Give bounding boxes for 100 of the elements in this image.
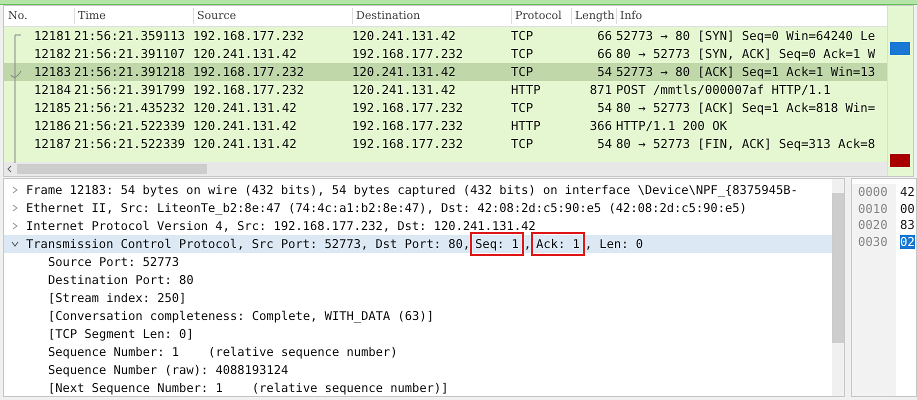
table-cell-text: 12181	[33, 28, 72, 45]
tree-row[interactable]: Internet Protocol Version 4, Src: 192.168.177.232, Dst: 120.241.131.42	[4, 217, 832, 235]
table-cell-text: 120.241.131.42	[193, 46, 298, 63]
table-cell-text: 192.168.177.232	[193, 82, 306, 99]
table-cell-text: HTTP	[511, 118, 542, 135]
table-cell-text: TCP	[511, 46, 534, 63]
tree-text: Transmission Control Protocol, Src Port: 52773, Dst Port: 80,	[26, 236, 470, 253]
table-cell-text: 366	[588, 118, 612, 135]
hex-bytes[interactable]: 02	[900, 234, 915, 248]
table-cell-text: 80 → 52773 [ACK] Seq=1 Ack=818 Win=	[615, 100, 876, 117]
hex-bytes[interactable]: 42	[900, 185, 915, 199]
tree-row[interactable]: Ethernet II, Src: LiteonTe_b2:8e:47 (74:4c:a1:b2:8e:47), Dst: 42:08:2d:c5:90:e5 (42:08:2d:c5:90:e5)	[4, 199, 832, 217]
table-cell-text: 54	[596, 100, 612, 117]
tree-row[interactable]: Transmission Control Protocol, Src Port: 52773, Dst Port: 80, Seq: 1 , Ack: 1 , Len: 0	[4, 235, 832, 253]
table-cell-text: TCP	[511, 28, 534, 45]
chevron-right-icon[interactable]	[11, 204, 19, 212]
table-cell-text: 120.241.131.42	[352, 82, 457, 99]
tree-row[interactable]: [Stream index: 250]	[4, 289, 832, 307]
table-cell-text: POST /mmtls/000007af HTTP/1.1	[615, 82, 832, 99]
table-cell-text: 66	[596, 46, 612, 63]
table-cell-text: 80 → 52773 [SYN, ACK] Seq=0 Ack=1 W	[615, 46, 876, 63]
column-header[interactable]: Destination	[352, 8, 511, 24]
table-cell-text: 21:56:21.435232	[74, 100, 186, 117]
table-cell-text: HTTP	[511, 82, 542, 99]
tree-row[interactable]: [Next Sequence Number: 1 (relative sequence number)]	[4, 379, 832, 396]
packet-minimap-scrollbar[interactable]	[887, 6, 913, 176]
tree-row[interactable]: [TCP Segment Len: 0]	[4, 325, 832, 343]
column-header[interactable]: No.	[4, 8, 74, 24]
highlight-box: Ack: 1	[531, 232, 585, 256]
column-header[interactable]: Time	[74, 8, 193, 24]
scrollbar-thumb[interactable]	[17, 164, 207, 174]
tree-row[interactable]: Destination Port: 80	[4, 271, 832, 289]
table-cell-text: 21:56:21.522339	[74, 118, 186, 135]
table-cell-text: TCP	[511, 136, 534, 153]
hex-offset: 0020	[858, 217, 889, 234]
table-cell-text: 192.168.177.232	[352, 100, 464, 117]
table-cell-text: 120.241.131.42	[352, 28, 457, 45]
horizontal-scrollbar[interactable]	[4, 162, 887, 176]
table-cell-text: 120.241.131.42	[352, 64, 457, 81]
packet-row[interactable]: 12186 21:56:21.522339 120.241.131.42 192.168.177.232 HTTP 366 HTTP/1.1 200 OK	[4, 117, 887, 135]
table-cell-text: 66	[596, 28, 612, 45]
table-cell-text: 12182	[33, 46, 72, 63]
table-cell-text: 21:56:21.391799	[74, 82, 186, 99]
scrollbar-thumb[interactable]	[832, 193, 844, 343]
table-cell-text: 21:56:21.391107	[74, 46, 186, 63]
hex-offset: 0000	[858, 184, 889, 200]
table-cell-text: 12184	[33, 82, 72, 99]
chevron-right-icon[interactable]	[11, 222, 19, 230]
vertical-scrollbar[interactable]	[832, 179, 844, 396]
table-cell-text: 192.168.177.232	[352, 46, 464, 63]
table-cell-text: 120.241.131.42	[193, 100, 298, 117]
hex-offset: 0030	[858, 234, 889, 250]
table-cell-text: 192.168.177.232	[193, 28, 306, 45]
table-cell-text: TCP	[511, 100, 534, 117]
tree-text: Ethernet II, Src: LiteonTe_b2:8e:47 (74:4c:a1:b2:8e:47), Dst: 42:08:2d:c5:90:e5 (42:08:2d:c5:90:e5)	[26, 200, 747, 217]
hex-bytes[interactable]: 00	[900, 202, 915, 216]
table-cell-text: 12185	[33, 100, 72, 117]
chevron-right-icon[interactable]	[11, 186, 19, 194]
selected-packet-marker	[890, 42, 910, 55]
table-cell-text: 12183	[33, 64, 72, 81]
tree-text: Internet Protocol Version 4, Src: 192.168.177.232, Dst: 120.241.131.42	[26, 218, 536, 235]
table-cell-text: 21:56:21.359113	[74, 28, 186, 45]
hex-bytes[interactable]: 83	[900, 218, 915, 232]
packet-row[interactable]: 12187 21:56:21.522339 120.241.131.42 192.168.177.232 TCP 54 80 → 52773 [FIN, ACK] Seq=313 Ack=8	[4, 135, 887, 153]
table-cell-text: 52773 → 80 [SYN] Seq=0 Win=64240 Le	[615, 28, 876, 45]
tree-row[interactable]: [Conversation completeness: Complete, WITH_DATA (63)]	[4, 307, 832, 325]
table-cell-text: 52773 → 80 [ACK] Seq=1 Ack=1 Win=13	[615, 64, 876, 81]
column-header[interactable]: Source	[193, 8, 352, 24]
table-cell-text: 192.168.177.232	[352, 118, 464, 135]
reset-packet-marker	[890, 154, 910, 167]
column-header[interactable]: Protocol	[511, 8, 571, 24]
table-cell-text: 54	[596, 136, 612, 153]
tree-row[interactable]: Sequence Number (raw): 4088193124	[4, 361, 832, 379]
chevron-down-icon[interactable]	[11, 240, 19, 248]
table-cell-text: 192.168.177.232	[352, 136, 464, 153]
scroll-left-icon[interactable]	[7, 165, 12, 173]
hex-offset: 0010	[858, 200, 889, 217]
packet-row[interactable]: 12185 21:56:21.435232 120.241.131.42 192.168.177.232 TCP 54 80 → 52773 [ACK] Seq=1 Ack=818 Win=	[4, 99, 887, 117]
table-cell-text: 120.241.131.42	[193, 118, 298, 135]
table-cell-text: 871	[588, 82, 612, 99]
highlight-box: Seq: 1	[470, 232, 524, 256]
packet-row[interactable]: 12181 21:56:21.359113 192.168.177.232 120.241.131.42 TCP 66 52773 → 80 [SYN] Seq=0 Win=64240 Le	[4, 27, 887, 45]
packet-row[interactable]: 12182 21:56:21.391107 120.241.131.42 192.168.177.232 TCP 66 80 → 52773 [SYN, ACK] Seq=0 Ack=1 W	[4, 45, 887, 63]
packet-row[interactable]: 12183 21:56:21.391218 192.168.177.232 120.241.131.42 TCP 54 52773 → 80 [ACK] Seq=1 Ack=1 Win=13	[4, 63, 887, 81]
table-cell-text: 12187	[33, 136, 72, 153]
table-cell-text: TCP	[511, 64, 534, 81]
table-cell-text: 54	[596, 64, 612, 81]
table-cell-text: 80 → 52773 [FIN, ACK] Seq=313 Ack=8	[615, 136, 876, 153]
tree-row[interactable]: Sequence Number: 1 (relative sequence number)	[4, 343, 832, 361]
column-header[interactable]: Length	[571, 8, 616, 24]
table-cell-text: 12186	[33, 118, 72, 135]
tree-text: ,	[524, 236, 532, 253]
table-cell-text: HTTP/1.1 200 OK	[615, 118, 728, 135]
table-cell-text: 21:56:21.391218	[74, 64, 186, 81]
table-cell-text: 120.241.131.42	[193, 136, 298, 153]
table-cell-text: 192.168.177.232	[193, 64, 306, 81]
packet-row[interactable]: 12184 21:56:21.391799 192.168.177.232 120.241.131.42 HTTP 871 POST /mmtls/000007af HTTP/1.1	[4, 81, 887, 99]
table-cell-text: 21:56:21.522339	[74, 136, 186, 153]
tree-row[interactable]: Source Port: 52773	[4, 253, 832, 271]
tree-text: , Len: 0	[584, 236, 644, 253]
